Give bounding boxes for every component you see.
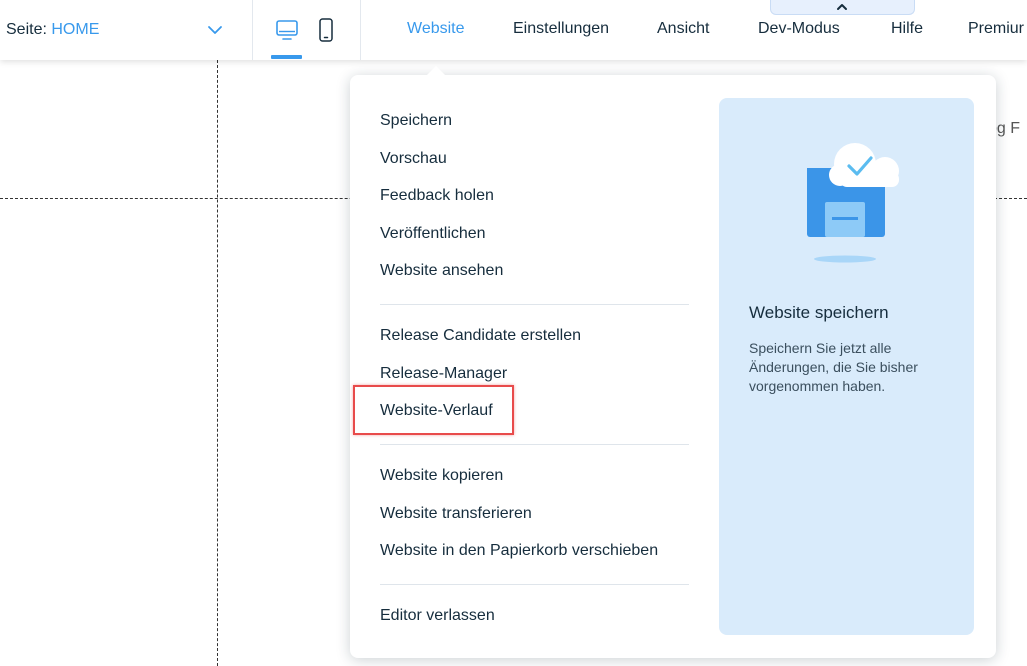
website-menu-dropdown: Speichern Vorschau Feedback holen Veröff… [350, 75, 996, 658]
highlight-frame [353, 385, 514, 435]
page-selector-label: Seite: HOME [6, 21, 99, 39]
menu-separator [380, 444, 689, 445]
mobile-icon[interactable] [317, 18, 335, 42]
desktop-active-indicator [271, 55, 302, 59]
menu-item-veroeffentlichen[interactable]: Veröffentlichen [380, 225, 486, 243]
menu-item-website-transferieren[interactable]: Website transferieren [380, 505, 532, 523]
menu-item-papierkorb[interactable]: Website in den Papierkorb verschieben [380, 542, 658, 560]
chevron-down-icon[interactable] [206, 21, 224, 39]
dropdown-pointer [426, 66, 446, 76]
info-panel-description: Speichern Sie jetzt alle Änderungen, die… [749, 340, 918, 394]
menu-item-editor-verlassen[interactable]: Editor verlassen [380, 607, 495, 625]
menu-einstellungen[interactable]: Einstellungen [513, 20, 609, 38]
canvas-guide-vertical [217, 60, 218, 666]
page-selector[interactable]: Seite: HOME [0, 0, 253, 60]
current-page-name: HOME [51, 21, 100, 38]
menu-item-speichern[interactable]: Speichern [380, 112, 452, 130]
collapse-toolbar-tab[interactable] [770, 0, 915, 15]
menu-item-website-ansehen[interactable]: Website ansehen [380, 262, 503, 280]
menu-info-panel: Website speichern Speichern Sie jetzt al… [719, 98, 974, 635]
page-label-prefix: Seite: [6, 21, 47, 38]
menu-item-vorschau[interactable]: Vorschau [380, 150, 447, 168]
device-switcher [253, 0, 361, 60]
menu-website[interactable]: Website [407, 20, 465, 38]
menu-ansicht[interactable]: Ansicht [657, 20, 709, 38]
menu-separator [380, 304, 689, 305]
chevron-up-icon [837, 4, 847, 10]
desktop-icon[interactable] [275, 18, 299, 42]
menu-separator [380, 584, 689, 585]
menu-dev-modus[interactable]: Dev-Modus [758, 20, 840, 38]
info-panel-title: Website speichern [749, 303, 889, 322]
menu-hilfe[interactable]: Hilfe [891, 20, 923, 38]
menu-item-release-candidate[interactable]: Release Candidate erstellen [380, 327, 581, 345]
menu-item-website-kopieren[interactable]: Website kopieren [380, 467, 503, 485]
menu-item-feedback-holen[interactable]: Feedback holen [380, 187, 494, 205]
menu-item-release-manager[interactable]: Release-Manager [380, 365, 507, 383]
cloud-save-icon [807, 143, 899, 263]
menu-premium[interactable]: Premiur [968, 20, 1024, 38]
